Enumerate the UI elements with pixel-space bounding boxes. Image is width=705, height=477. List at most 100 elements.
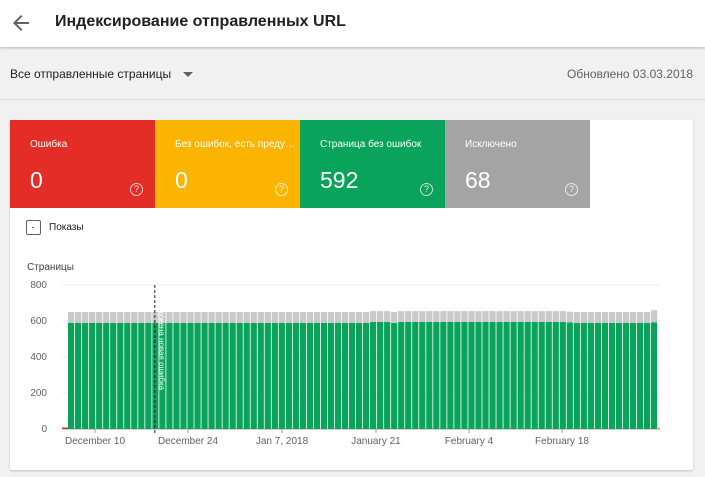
bar-segment	[215, 312, 222, 323]
bar-segment	[398, 321, 405, 429]
bar-segment	[447, 321, 454, 429]
x-tick-label: Jan 7, 2018	[256, 436, 309, 447]
bar-segment	[68, 322, 75, 429]
bar-segment	[587, 322, 594, 429]
bar-segment	[658, 427, 660, 429]
bar-segment	[166, 312, 173, 323]
bar-segment	[250, 312, 257, 323]
y-tick-label: 400	[30, 352, 47, 363]
bar-segment	[496, 321, 503, 429]
bar-segment	[131, 312, 138, 323]
tile-warning[interactable]: Без ошибок, есть предупреждения 0 ?	[155, 120, 300, 208]
bar-segment	[278, 312, 285, 323]
help-icon[interactable]: ?	[130, 183, 143, 196]
bar-segment	[334, 312, 342, 323]
help-icon[interactable]: ?	[420, 183, 433, 196]
bar-segment	[82, 312, 89, 323]
bar-segment	[131, 322, 138, 429]
bar-segment	[531, 311, 538, 322]
bar-segment	[405, 321, 412, 429]
bar-segment	[545, 311, 552, 322]
y-tick-labels: 0 200 400 600 800	[30, 280, 47, 435]
bar-segment	[398, 311, 405, 322]
bar-segment	[180, 312, 187, 323]
bar-segment	[236, 322, 243, 429]
bar-segment	[257, 322, 264, 429]
bar-segment	[138, 312, 145, 323]
impressions-checkbox[interactable]	[26, 220, 41, 235]
chart-bars	[62, 310, 660, 429]
bar-segment	[615, 312, 623, 323]
bar-segment	[559, 311, 566, 322]
bar-segment	[601, 312, 609, 323]
help-icon[interactable]: ?	[565, 183, 578, 196]
bar-segment	[433, 321, 440, 429]
app-bar: Индексирование отправленных URL	[0, 0, 705, 47]
bar-segment	[517, 321, 524, 429]
tile-label: Ошибка	[30, 139, 68, 150]
bar-segment	[594, 322, 602, 429]
bar-segment	[299, 322, 307, 429]
impressions-toggle[interactable]: Показы	[26, 220, 84, 235]
bar-segment	[594, 312, 602, 323]
bar-segment	[468, 321, 475, 429]
bar-segment	[320, 312, 328, 323]
bar-segment	[538, 311, 545, 322]
tile-excluded[interactable]: Исключено 68 ?	[445, 120, 590, 208]
bar-segment	[461, 311, 468, 322]
bar-segment	[82, 322, 89, 429]
bar-segment	[377, 311, 384, 322]
bar-segment	[145, 322, 152, 429]
bar-segment	[285, 312, 292, 323]
bar-segment	[475, 321, 482, 429]
bar-segment	[650, 310, 658, 323]
arrow-back-icon[interactable]	[9, 11, 33, 35]
bar-segment	[327, 322, 335, 429]
bar-segment	[124, 322, 131, 429]
bar-segment	[580, 322, 587, 429]
bar-segment	[194, 322, 201, 429]
bar-segment	[173, 312, 180, 323]
tile-label: Без ошибок, есть предупреждения	[175, 139, 295, 150]
bar-segment	[229, 312, 236, 323]
tile-value: 0	[175, 167, 188, 193]
bar-segment	[580, 312, 587, 323]
x-tick-label: January 21	[351, 436, 401, 447]
bar-segment	[391, 322, 398, 429]
bar-segment	[643, 322, 651, 429]
help-icon[interactable]: ?	[275, 183, 288, 196]
bar-segment	[250, 322, 257, 429]
tile-valid[interactable]: Страница без ошибок 592 ?	[300, 120, 445, 208]
bar-segment	[412, 321, 419, 429]
bar-segment	[559, 321, 566, 429]
bar-segment	[496, 311, 503, 322]
bar-segment	[503, 321, 510, 429]
bar-segment	[433, 311, 440, 322]
bar-segment	[601, 322, 609, 429]
bar-segment	[222, 312, 229, 323]
bar-segment	[243, 312, 250, 323]
bar-segment	[236, 312, 243, 323]
bar-segment	[173, 322, 180, 429]
pages-filter-dropdown[interactable]: Все отправленные страницы	[10, 65, 194, 83]
bar-segment	[503, 311, 510, 322]
bar-segment	[384, 321, 391, 429]
tile-value: 68	[465, 167, 491, 193]
y-tick-label: 800	[30, 280, 47, 291]
bar-segment	[538, 321, 545, 429]
bar-segment	[419, 321, 426, 429]
x-tick-label: February 4	[445, 436, 494, 447]
bar-segment	[622, 322, 630, 429]
y-tick-label: 200	[30, 388, 47, 399]
bar-segment	[355, 312, 363, 323]
bar-segment	[615, 322, 623, 429]
tile-error[interactable]: Ошибка 0 ?	[10, 120, 155, 208]
bar-segment	[264, 312, 271, 323]
updated-date: Обновлено 03.03.2018	[567, 67, 693, 81]
bar-segment	[110, 322, 117, 429]
bar-segment	[447, 311, 454, 322]
bar-segment	[124, 312, 131, 323]
bar-segment	[341, 312, 349, 323]
x-tick-labels: December 10 December 24 Jan 7, 2018 January…	[65, 429, 589, 447]
bar-segment	[440, 311, 447, 322]
